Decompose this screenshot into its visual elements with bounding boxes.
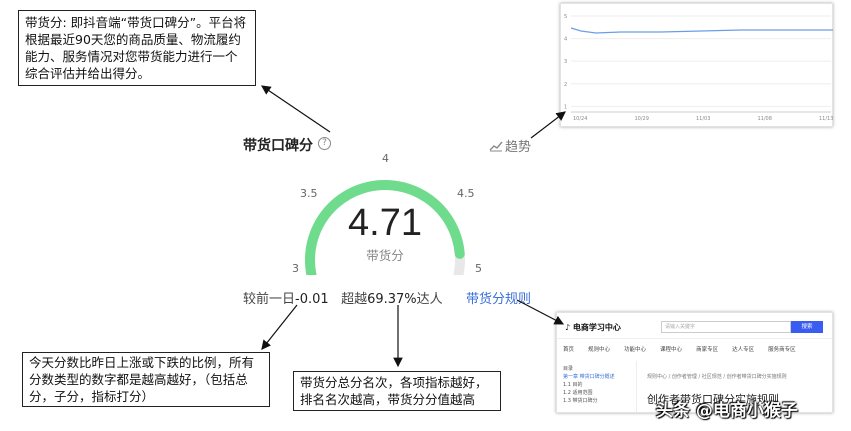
trend-chart-icon bbox=[489, 141, 503, 151]
annotation-box-definition: 带货分: 即抖音端“带货口碑分”。平台将根据最近90天您的商品质量、物流履约能力… bbox=[18, 10, 256, 86]
gauge-tick-label: 5 bbox=[475, 262, 482, 275]
sidebar-item[interactable]: 1.1 目的 bbox=[563, 381, 630, 389]
rules-link[interactable]: 带货分规则 bbox=[466, 288, 531, 307]
gauge-tick-label: 3 bbox=[292, 262, 299, 275]
trend-y-tick-label: 5 bbox=[564, 14, 567, 20]
nav-item[interactable]: 功能中心 bbox=[624, 345, 646, 353]
rules-page-nav: 首页 规则中心 功能中心 课程中心 商家专区 达人专区 服务商专区 bbox=[563, 345, 796, 353]
trend-x-tick-label: 11/13 bbox=[819, 116, 833, 122]
sidebar-item[interactable]: 1.3 带货口碑分 bbox=[563, 397, 630, 405]
compare-row: 较前一日-0.01 超越69.37%达人 bbox=[243, 288, 443, 307]
rank-label: 超越 bbox=[341, 292, 368, 307]
rules-search-input[interactable]: 请输入关键字 bbox=[661, 321, 791, 333]
trend-y-tick-label: 4 bbox=[564, 37, 567, 43]
nav-item[interactable]: 课程中心 bbox=[660, 345, 682, 353]
gauge-tick-label: 4 bbox=[382, 152, 389, 165]
sidebar-title: 目录 bbox=[563, 366, 574, 372]
trend-line-chart: 5 4 3 2 1 10/24 10/29 11/03 11/08 11/13 bbox=[564, 14, 833, 122]
rules-search-button[interactable]: 搜索 bbox=[791, 321, 823, 333]
compare-value: -0.01 bbox=[295, 292, 329, 307]
arrow-to-title bbox=[261, 85, 331, 133]
compare-label: 较前一日 bbox=[243, 292, 296, 307]
trend-y-tick-label: 3 bbox=[564, 59, 567, 65]
nav-item[interactable]: 达人专区 bbox=[732, 345, 754, 353]
trend-series-line bbox=[570, 27, 833, 34]
rules-page-header: ♪ 电商学习中心 请输入关键字 搜索 bbox=[557, 313, 832, 339]
rules-page-logo: ♪ 电商学习中心 bbox=[565, 323, 621, 332]
score-value-label: 带货分 bbox=[366, 248, 404, 263]
nav-item[interactable]: 商家专区 bbox=[696, 345, 718, 353]
trend-x-tick-label: 11/03 bbox=[696, 116, 710, 122]
annotation-box-ranking: 带货分总分名次，各项指标越好，排名名次越高，带货分分值越高 bbox=[293, 371, 501, 411]
trend-button[interactable]: 趋势 bbox=[489, 136, 531, 155]
trend-y-tick-label: 2 bbox=[564, 82, 567, 88]
score-value: 4.71 bbox=[348, 202, 422, 244]
annotation-text: 带货分总分名次，各项指标越好，排名名次越高，带货分分值越高 bbox=[300, 375, 488, 407]
annotation-text: 今天分数比昨日上涨或下跌的比例，所有分数类型的数字都是越高越好，（包括总分，子分… bbox=[29, 355, 255, 404]
rank-value: 69.37% bbox=[367, 292, 417, 307]
trend-x-tick-label: 11/08 bbox=[758, 116, 772, 122]
trend-x-tick-label: 10/29 bbox=[635, 116, 649, 122]
annotation-box-daily-change: 今天分数比昨日上涨或下跌的比例，所有分数类型的数字都是越高越好，（包括总分，子分… bbox=[22, 352, 270, 407]
sidebar-item[interactable]: 第一章 带货口碑分概述 bbox=[563, 373, 630, 381]
trend-chart-screenshot: 5 4 3 2 1 10/24 10/29 11/03 11/08 11/13 bbox=[560, 3, 833, 127]
arrow-to-daily bbox=[261, 304, 298, 350]
rules-sidebar: 目录 第一章 带货口碑分概述 1.1 目的 1.2 适用范围 1.3 带货口碑分 bbox=[557, 361, 637, 412]
nav-item[interactable]: 规则中心 bbox=[588, 345, 610, 353]
gauge-tick-label: 3.5 bbox=[300, 187, 318, 200]
gauge-tick-label: 4.5 bbox=[457, 187, 475, 200]
rank-suffix: 达人 bbox=[416, 292, 443, 307]
watermark: 头条 @电商小猴子 bbox=[656, 401, 798, 421]
trend-label: 趋势 bbox=[505, 140, 532, 155]
breadcrumb: 规则中心 / 创作者管理 / 社区规范 / 创作者带货口碑分实施规则 bbox=[647, 374, 787, 380]
nav-item[interactable]: 首页 bbox=[563, 345, 574, 353]
nav-item[interactable]: 服务商专区 bbox=[768, 345, 796, 353]
trend-x-tick-label: 10/24 bbox=[573, 116, 587, 122]
trend-y-tick-label: 1 bbox=[564, 104, 567, 110]
sidebar-item[interactable]: 1.2 适用范围 bbox=[563, 389, 630, 397]
annotation-text: 带货分: 即抖音端“带货口碑分”。平台将根据最近90天您的商品质量、物流履约能力… bbox=[25, 15, 247, 81]
